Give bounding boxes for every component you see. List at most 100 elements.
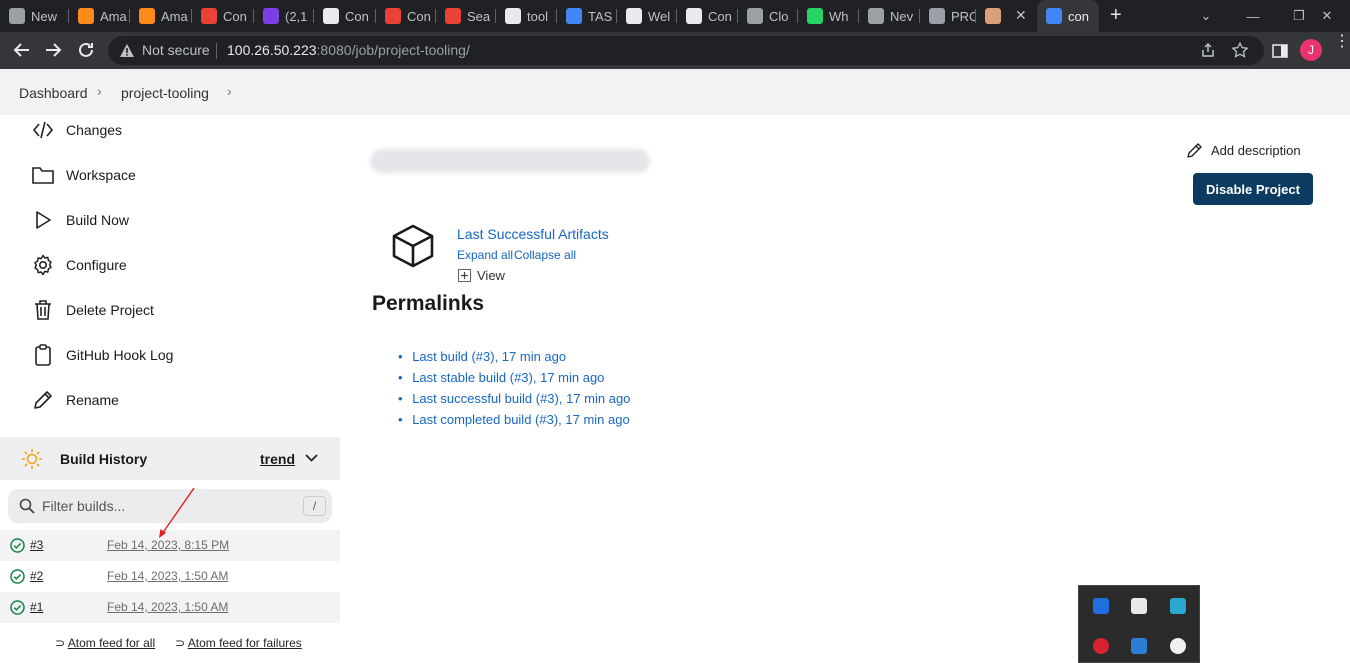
permalink-link[interactable]: Last successful build (#3), 17 min ago	[412, 391, 630, 406]
back-button[interactable]	[10, 38, 34, 62]
url-text[interactable]: 100.26.50.223:8080/job/project-tooling/	[227, 42, 470, 58]
bookmark-star-icon[interactable]	[1232, 42, 1248, 58]
forward-button[interactable]	[41, 38, 65, 62]
tab-favicon-icon	[201, 8, 217, 24]
expand-all-link[interactable]: Expand all	[457, 248, 513, 262]
sidebar-item-configure[interactable]: Configure	[0, 242, 340, 287]
permalink-link[interactable]: Last build (#3), 17 min ago	[412, 349, 566, 364]
window-minimize-button[interactable]: ⌄	[1183, 0, 1229, 32]
browser-tab[interactable]: Nev	[859, 0, 920, 32]
browser-tab[interactable]: (2,1	[254, 0, 314, 32]
chevron-right-icon[interactable]: ›	[227, 83, 232, 99]
filter-shortcut-key: /	[303, 496, 326, 516]
opera-icon[interactable]	[1093, 638, 1109, 654]
sidebar-item-label: Build Now	[66, 211, 130, 228]
tab-label: Nev	[890, 8, 914, 24]
browser-tab[interactable]: Con	[192, 0, 254, 32]
last-successful-artifacts-link[interactable]: Last Successful Artifacts	[457, 226, 609, 242]
build-date-link[interactable]: Feb 14, 2023, 1:50 AM	[107, 600, 228, 614]
trend-link[interactable]: trend	[260, 451, 295, 467]
browser-tab[interactable]: Clo	[738, 0, 798, 32]
build-row[interactable]: #2 Feb 14, 2023, 1:50 AM	[0, 561, 340, 592]
permalinks-heading: Permalinks	[372, 292, 485, 315]
profile-avatar[interactable]: J	[1300, 39, 1322, 61]
chevron-down-icon[interactable]	[305, 453, 318, 463]
sidebar-item-github-hook-log[interactable]: GitHub Hook Log	[0, 332, 340, 377]
address-bar[interactable]: Not secure 100.26.50.223:8080/job/projec…	[108, 36, 1264, 65]
collapse-all-link[interactable]: Collapse all	[514, 248, 576, 262]
gear-icon	[34, 254, 52, 275]
permalink-link[interactable]: Last stable build (#3), 17 min ago	[412, 370, 604, 385]
browser-tab[interactable]: Con	[314, 0, 376, 32]
disable-project-button[interactable]: Disable Project	[1193, 173, 1313, 205]
view-tree-toggle[interactable]: View	[458, 268, 505, 283]
atom-feed-failures-link[interactable]: ⊃ Atom feed for failures	[175, 636, 302, 650]
sidebar-item-label: GitHub Hook Log	[66, 346, 174, 363]
browser-tab[interactable]: con	[1037, 0, 1099, 32]
browser-tab[interactable]	[976, 0, 1037, 32]
tab-label: Con	[345, 8, 369, 24]
snowflake-icon[interactable]	[1170, 598, 1186, 614]
new-tab-button[interactable]: +	[1110, 4, 1122, 27]
window-close-button[interactable]: ✕	[1304, 0, 1350, 32]
breadcrumb-dashboard[interactable]: Dashboard	[19, 85, 88, 101]
tab-favicon-icon	[747, 8, 763, 24]
browser-menu-button[interactable]: ⋮	[1334, 34, 1350, 50]
browser-tab[interactable]: Ama	[130, 0, 192, 32]
atom-feed-all-link[interactable]: ⊃ Atom feed for all	[55, 636, 155, 650]
tab-label: Sea	[467, 8, 491, 24]
grammarly-icon[interactable]	[1170, 638, 1186, 654]
build-history-header: Build History trend	[0, 437, 340, 480]
build-row[interactable]: #1 Feb 14, 2023, 1:50 AM	[0, 592, 340, 623]
shield-icon[interactable]	[1131, 638, 1147, 654]
trash-icon	[35, 299, 51, 320]
atom-feed-all-label: Atom feed for all	[67, 636, 156, 650]
sidebar-item-rename[interactable]: Rename	[0, 377, 340, 422]
security-status[interactable]: Not secure	[142, 42, 210, 58]
sidebar-item-changes[interactable]: Changes	[0, 107, 340, 152]
add-description-link[interactable]: Add description	[1186, 142, 1301, 159]
sidebar-item-workspace[interactable]: Workspace	[0, 152, 340, 197]
search-icon	[19, 498, 35, 514]
sidebar-toggle-icon[interactable]	[1272, 43, 1288, 59]
browser-tab[interactable]: Con	[376, 0, 436, 32]
permalink-item: • Last build (#3), 17 min ago	[398, 349, 567, 364]
tab-favicon-icon	[807, 8, 823, 24]
browser-tab[interactable]: Wh	[798, 0, 859, 32]
tab-label: Wh	[829, 8, 849, 24]
build-number-link[interactable]: #3	[30, 538, 43, 552]
browser-tab[interactable]: New	[0, 0, 69, 32]
browser-tab[interactable]: Wel	[617, 0, 677, 32]
permalink-link[interactable]: Last completed build (#3), 17 min ago	[412, 412, 630, 427]
browser-toolbar: Not secure 100.26.50.223:8080/job/projec…	[0, 32, 1350, 69]
tab-favicon-icon	[686, 8, 702, 24]
browser-tab[interactable]: Con	[677, 0, 738, 32]
permalink-item: • Last stable build (#3), 17 min ago	[398, 370, 605, 385]
cloud-upload-icon[interactable]	[1131, 598, 1147, 614]
tab-favicon-icon	[263, 8, 279, 24]
annotation-arrow	[159, 487, 195, 538]
tab-label: con	[1068, 8, 1089, 24]
build-number-link[interactable]: #2	[30, 569, 43, 583]
browser-tab[interactable]: TAS	[557, 0, 617, 32]
plus-box-icon	[458, 269, 471, 282]
tab-label: PRC	[951, 8, 976, 24]
build-date-link[interactable]: Feb 14, 2023, 8:15 PM	[107, 538, 229, 552]
browser-tab[interactable]: tool	[496, 0, 557, 32]
build-number-link[interactable]: #1	[30, 600, 43, 614]
breadcrumb-project-tooling[interactable]: project-tooling	[121, 85, 209, 101]
share-icon[interactable]	[1200, 42, 1216, 58]
reload-button[interactable]	[74, 38, 98, 62]
browser-tab[interactable]: Sea	[436, 0, 496, 32]
browser-tab[interactable]: Ama	[69, 0, 130, 32]
window-minimize-button[interactable]: —	[1230, 0, 1276, 32]
success-check-icon	[10, 569, 25, 584]
sidebar-item-delete-project[interactable]: Delete Project	[0, 287, 340, 332]
browser-tab[interactable]: PRC	[920, 0, 976, 32]
tab-close-icon[interactable]: ✕	[1015, 7, 1027, 24]
tab-label: (2,1	[285, 8, 308, 24]
build-date-link[interactable]: Feb 14, 2023, 1:50 AM	[107, 569, 228, 583]
sidebar-item-label: Delete Project	[66, 301, 154, 318]
bluetooth-icon[interactable]	[1093, 598, 1109, 614]
sidebar-item-build-now[interactable]: Build Now	[0, 197, 340, 242]
